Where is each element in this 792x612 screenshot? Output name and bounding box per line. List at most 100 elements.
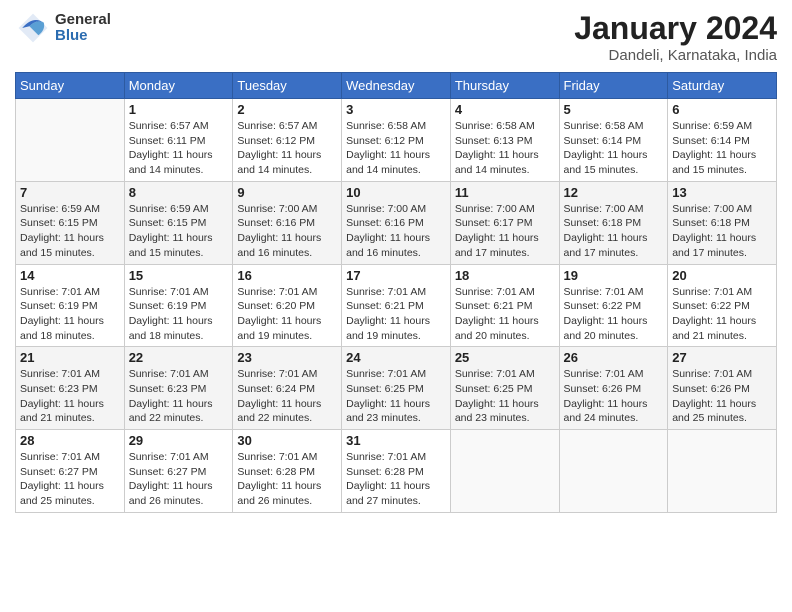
day-info: Sunrise: 7:01 AMSunset: 6:27 PMDaylight:… xyxy=(20,450,120,509)
day-info: Sunrise: 7:01 AMSunset: 6:25 PMDaylight:… xyxy=(455,367,555,426)
day-number: 23 xyxy=(237,350,337,365)
calendar-cell xyxy=(559,430,668,513)
calendar-title: January 2024 xyxy=(574,10,777,47)
calendar-cell: 4 Sunrise: 6:58 AMSunset: 6:13 PMDaylight… xyxy=(450,99,559,182)
day-info: Sunrise: 7:00 AMSunset: 6:16 PMDaylight:… xyxy=(237,202,337,261)
calendar-container: General Blue January 2024 Dandeli, Karna… xyxy=(0,0,792,523)
calendar-cell: 5 Sunrise: 6:58 AMSunset: 6:14 PMDaylight… xyxy=(559,99,668,182)
calendar-cell: 7 Sunrise: 6:59 AMSunset: 6:15 PMDaylight… xyxy=(16,181,125,264)
day-info: Sunrise: 7:01 AMSunset: 6:28 PMDaylight:… xyxy=(237,450,337,509)
calendar-cell xyxy=(668,430,777,513)
calendar-cell xyxy=(450,430,559,513)
day-info: Sunrise: 7:01 AMSunset: 6:21 PMDaylight:… xyxy=(346,285,446,344)
day-number: 13 xyxy=(672,185,772,200)
day-info: Sunrise: 7:00 AMSunset: 6:17 PMDaylight:… xyxy=(455,202,555,261)
calendar-cell: 29 Sunrise: 7:01 AMSunset: 6:27 PMDayligh… xyxy=(124,430,233,513)
calendar-cell: 2Sunrise: 6:57 AMSunset: 6:12 PMDaylight… xyxy=(233,99,342,182)
day-number: 12 xyxy=(564,185,664,200)
day-number: 28 xyxy=(20,433,120,448)
day-info: Sunrise: 7:01 AMSunset: 6:26 PMDaylight:… xyxy=(672,367,772,426)
calendar-subtitle: Dandeli, Karnataka, India xyxy=(574,47,777,64)
day-info: Sunrise: 6:59 AMSunset: 6:14 PMDaylight:… xyxy=(672,119,772,178)
day-info: Sunrise: 7:01 AMSunset: 6:23 PMDaylight:… xyxy=(20,367,120,426)
day-info: Sunrise: 6:58 AMSunset: 6:12 PMDaylight:… xyxy=(346,119,446,178)
day-number: 19 xyxy=(564,268,664,283)
day-number: 8 xyxy=(129,185,229,200)
logo-general-text: General xyxy=(55,12,111,29)
day-number: 30 xyxy=(237,433,337,448)
day-info: Sunrise: 6:57 AMSunset: 6:11 PMDaylight:… xyxy=(129,119,229,178)
day-number: 4 xyxy=(455,102,555,117)
calendar-cell: 26 Sunrise: 7:01 AMSunset: 6:26 PMDayligh… xyxy=(559,347,668,430)
day-number: 29 xyxy=(129,433,229,448)
day-info: Sunrise: 7:01 AMSunset: 6:26 PMDaylight:… xyxy=(564,367,664,426)
calendar-cell: 30 Sunrise: 7:01 AMSunset: 6:28 PMDayligh… xyxy=(233,430,342,513)
day-info: Sunrise: 7:00 AMSunset: 6:16 PMDaylight:… xyxy=(346,202,446,261)
calendar-week-row: 14 Sunrise: 7:01 AMSunset: 6:19 PMDayligh… xyxy=(16,264,777,347)
weekday-header-thursday: Thursday xyxy=(450,73,559,99)
day-info: Sunrise: 7:01 AMSunset: 6:21 PMDaylight:… xyxy=(455,285,555,344)
calendar-cell: 19 Sunrise: 7:01 AMSunset: 6:22 PMDayligh… xyxy=(559,264,668,347)
day-info: Sunrise: 7:01 AMSunset: 6:22 PMDaylight:… xyxy=(564,285,664,344)
calendar-cell: 16Sunrise: 7:01 AMSunset: 6:20 PMDayligh… xyxy=(233,264,342,347)
day-info: Sunrise: 6:59 AMSunset: 6:15 PMDaylight:… xyxy=(20,202,120,261)
weekday-header-saturday: Saturday xyxy=(668,73,777,99)
calendar-cell: 9 Sunrise: 7:00 AMSunset: 6:16 PMDaylight… xyxy=(233,181,342,264)
day-number: 9 xyxy=(237,185,337,200)
calendar-cell: 1 Sunrise: 6:57 AMSunset: 6:11 PMDaylight… xyxy=(124,99,233,182)
calendar-cell: 27 Sunrise: 7:01 AMSunset: 6:26 PMDayligh… xyxy=(668,347,777,430)
day-number: 2 xyxy=(237,102,337,117)
day-info: Sunrise: 7:00 AMSunset: 6:18 PMDaylight:… xyxy=(564,202,664,261)
day-number: 21 xyxy=(20,350,120,365)
day-info: Sunrise: 7:01 AMSunset: 6:25 PMDaylight:… xyxy=(346,367,446,426)
calendar-week-row: 1 Sunrise: 6:57 AMSunset: 6:11 PMDaylight… xyxy=(16,99,777,182)
day-info: Sunrise: 7:01 AMSunset: 6:19 PMDaylight:… xyxy=(129,285,229,344)
calendar-cell: 8 Sunrise: 6:59 AMSunset: 6:15 PMDaylight… xyxy=(124,181,233,264)
day-number: 24 xyxy=(346,350,446,365)
day-number: 15 xyxy=(129,268,229,283)
calendar-cell: 25Sunrise: 7:01 AMSunset: 6:25 PMDayligh… xyxy=(450,347,559,430)
day-number: 31 xyxy=(346,433,446,448)
calendar-cell: 28 Sunrise: 7:01 AMSunset: 6:27 PMDayligh… xyxy=(16,430,125,513)
day-number: 14 xyxy=(20,268,120,283)
day-info: Sunrise: 7:00 AMSunset: 6:18 PMDaylight:… xyxy=(672,202,772,261)
weekday-header-tuesday: Tuesday xyxy=(233,73,342,99)
logo-text: General Blue xyxy=(55,12,111,45)
day-info: Sunrise: 7:01 AMSunset: 6:27 PMDaylight:… xyxy=(129,450,229,509)
calendar-week-row: 7 Sunrise: 6:59 AMSunset: 6:15 PMDaylight… xyxy=(16,181,777,264)
day-number: 1 xyxy=(129,102,229,117)
weekday-header-wednesday: Wednesday xyxy=(342,73,451,99)
day-number: 7 xyxy=(20,185,120,200)
day-info: Sunrise: 6:58 AMSunset: 6:14 PMDaylight:… xyxy=(564,119,664,178)
calendar-cell: 18Sunrise: 7:01 AMSunset: 6:21 PMDayligh… xyxy=(450,264,559,347)
calendar-cell: 12 Sunrise: 7:00 AMSunset: 6:18 PMDayligh… xyxy=(559,181,668,264)
calendar-cell: 11 Sunrise: 7:00 AMSunset: 6:17 PMDayligh… xyxy=(450,181,559,264)
calendar-cell: 21 Sunrise: 7:01 AMSunset: 6:23 PMDayligh… xyxy=(16,347,125,430)
calendar-cell: 22Sunrise: 7:01 AMSunset: 6:23 PMDayligh… xyxy=(124,347,233,430)
day-number: 20 xyxy=(672,268,772,283)
calendar-cell: 3Sunrise: 6:58 AMSunset: 6:12 PMDaylight… xyxy=(342,99,451,182)
logo-icon xyxy=(15,10,51,46)
calendar-cell xyxy=(16,99,125,182)
calendar-week-row: 21 Sunrise: 7:01 AMSunset: 6:23 PMDayligh… xyxy=(16,347,777,430)
calendar-cell: 23 Sunrise: 7:01 AMSunset: 6:24 PMDayligh… xyxy=(233,347,342,430)
weekday-header-row: SundayMondayTuesdayWednesdayThursdayFrid… xyxy=(16,73,777,99)
day-number: 26 xyxy=(564,350,664,365)
day-number: 6 xyxy=(672,102,772,117)
day-info: Sunrise: 6:59 AMSunset: 6:15 PMDaylight:… xyxy=(129,202,229,261)
calendar-cell: 13 Sunrise: 7:00 AMSunset: 6:18 PMDayligh… xyxy=(668,181,777,264)
day-info: Sunrise: 7:01 AMSunset: 6:28 PMDaylight:… xyxy=(346,450,446,509)
logo-blue-text: Blue xyxy=(55,28,111,45)
calendar-cell: 10 Sunrise: 7:00 AMSunset: 6:16 PMDayligh… xyxy=(342,181,451,264)
day-number: 10 xyxy=(346,185,446,200)
weekday-header-friday: Friday xyxy=(559,73,668,99)
day-info: Sunrise: 6:58 AMSunset: 6:13 PMDaylight:… xyxy=(455,119,555,178)
day-info: Sunrise: 7:01 AMSunset: 6:23 PMDaylight:… xyxy=(129,367,229,426)
calendar-cell: 24 Sunrise: 7:01 AMSunset: 6:25 PMDayligh… xyxy=(342,347,451,430)
day-info: Sunrise: 7:01 AMSunset: 6:24 PMDaylight:… xyxy=(237,367,337,426)
day-number: 11 xyxy=(455,185,555,200)
calendar-table: SundayMondayTuesdayWednesdayThursdayFrid… xyxy=(15,72,777,513)
day-number: 27 xyxy=(672,350,772,365)
day-number: 5 xyxy=(564,102,664,117)
day-number: 16 xyxy=(237,268,337,283)
